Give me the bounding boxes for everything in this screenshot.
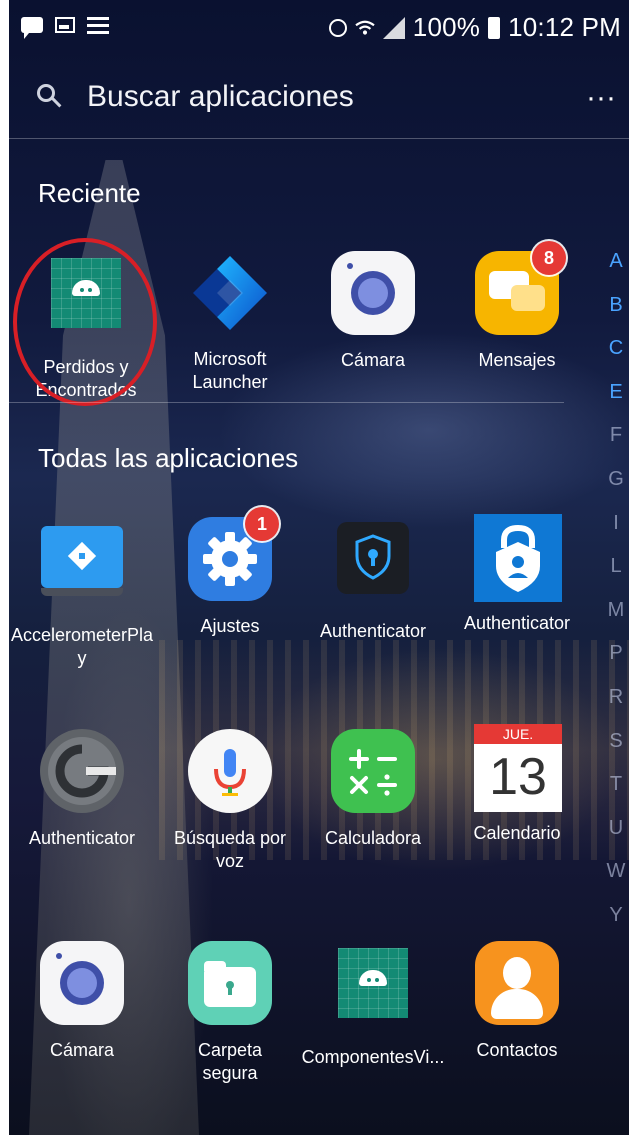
alphabet-letter[interactable]: M xyxy=(605,589,627,633)
search-bar[interactable]: Buscar aplicaciones ··· xyxy=(9,64,629,138)
app-label: AccelerometerPla y xyxy=(10,625,154,668)
all-apps-section-title: Todas las aplicaciones xyxy=(38,443,299,473)
camera-icon xyxy=(330,251,416,337)
more-dots-icon[interactable]: ··· xyxy=(581,78,621,118)
accelerometer-icon xyxy=(39,526,125,612)
alphabet-letter[interactable]: S xyxy=(605,720,627,764)
alphabet-letter[interactable]: Y xyxy=(605,894,627,938)
alphabet-letter[interactable]: C xyxy=(605,327,627,371)
microsoft-launcher-icon xyxy=(187,250,273,336)
alphabet-letter[interactable]: I xyxy=(605,502,627,546)
app-componentesvi[interactable]: ComponentesVi... xyxy=(298,940,448,1069)
app-calculadora[interactable]: Calculadora xyxy=(298,728,448,850)
app-contactos[interactable]: Contactos xyxy=(442,940,592,1062)
app-mensajes[interactable]: 8 Mensajes xyxy=(442,241,592,372)
alphabet-letter[interactable]: T xyxy=(605,763,627,807)
app-label: Contactos xyxy=(476,1040,558,1060)
settings-icon: 1 xyxy=(187,507,279,603)
list-icon xyxy=(87,16,109,34)
app-label: Microsoft Launcher xyxy=(192,349,268,392)
app-ajustes[interactable]: 1 Ajustes xyxy=(155,507,305,638)
app-label: Authenticator xyxy=(319,621,427,641)
alphabet-letter[interactable]: B xyxy=(605,284,627,328)
alphabet-letter[interactable]: F xyxy=(605,414,627,458)
signal-icon xyxy=(382,16,405,39)
camera-icon xyxy=(39,941,125,1027)
alphabet-letter[interactable]: E xyxy=(605,371,627,415)
app-calendario[interactable]: JUE. 13 Calendario xyxy=(442,724,592,845)
app-label: Ajustes xyxy=(200,616,260,636)
calendar-icon: JUE. 13 xyxy=(474,724,562,812)
app-authenticator-1[interactable]: Authenticator xyxy=(298,516,448,643)
recent-section-title: Reciente xyxy=(38,178,141,208)
calculator-icon xyxy=(330,729,416,815)
alphabet-letter[interactable]: A xyxy=(605,240,627,284)
app-label: Cámara xyxy=(49,1040,115,1060)
chat-icon xyxy=(21,17,43,39)
app-label: Carpeta segura xyxy=(197,1040,263,1083)
google-authenticator-icon xyxy=(39,729,125,815)
messages-icon: 8 xyxy=(474,241,566,337)
alphabet-letter[interactable]: L xyxy=(605,545,627,589)
badge-count: 8 xyxy=(532,241,566,275)
app-label: ComponentesVi... xyxy=(301,1047,445,1067)
alphabet-letter[interactable]: P xyxy=(605,632,627,676)
alphabet-letter[interactable]: U xyxy=(605,807,627,851)
app-carpeta-segura[interactable]: Carpeta segura xyxy=(155,940,305,1085)
alphabet-letter[interactable]: R xyxy=(605,676,627,720)
battery-percent: 100% xyxy=(412,12,481,42)
search-icon xyxy=(37,84,55,102)
calendar-date: 13 xyxy=(489,748,547,806)
microphone-icon xyxy=(187,729,273,815)
wifi-icon xyxy=(355,20,375,35)
app-label: Mensajes xyxy=(478,350,556,370)
alarm-icon xyxy=(328,18,347,37)
app-drawer-screen: 100% 10:12 PM Buscar aplicaciones ··· Re… xyxy=(9,0,629,1135)
microsoft-authenticator-icon xyxy=(474,514,562,602)
app-label: Authenticator xyxy=(463,613,571,633)
image-icon xyxy=(55,17,75,33)
highlight-ring xyxy=(13,238,157,406)
app-microsoft-launcher[interactable]: Microsoft Launcher xyxy=(155,250,305,394)
search-input[interactable]: Buscar aplicaciones xyxy=(87,80,354,114)
app-busqueda-por-voz[interactable]: Búsqueda por voz xyxy=(155,728,305,873)
app-label: Cámara xyxy=(340,350,406,370)
app-camara[interactable]: Cámara xyxy=(9,940,157,1062)
app-camara-recent[interactable]: Cámara xyxy=(298,250,448,372)
app-authenticator-2[interactable]: Authenticator xyxy=(442,514,592,635)
clock: 10:12 PM xyxy=(508,12,621,42)
android-icon xyxy=(330,948,416,1034)
contacts-icon xyxy=(474,941,560,1027)
badge-count: 1 xyxy=(245,507,279,541)
calendar-day-name: JUE. xyxy=(474,724,562,744)
app-accelerometerplay[interactable]: AccelerometerPla y xyxy=(9,516,157,670)
app-label: Calculadora xyxy=(324,828,422,848)
alphabet-index[interactable]: ABCEFGILMPRSTUWY xyxy=(605,240,627,938)
status-bar: 100% 10:12 PM xyxy=(9,0,629,58)
app-label: Authenticator xyxy=(28,828,136,848)
app-label: Búsqueda por voz xyxy=(173,828,287,871)
shield-lock-icon xyxy=(330,522,416,608)
notification-icons xyxy=(21,16,109,39)
app-authenticator-3[interactable]: Authenticator xyxy=(9,728,157,850)
alphabet-letter[interactable]: W xyxy=(605,850,627,894)
system-icons: 100% 10:12 PM xyxy=(328,12,621,43)
search-divider xyxy=(9,138,629,139)
battery-icon xyxy=(488,16,501,39)
secure-folder-icon xyxy=(187,941,273,1027)
app-label: Calendario xyxy=(473,823,561,843)
alphabet-letter[interactable]: G xyxy=(605,458,627,502)
section-divider xyxy=(9,402,564,403)
